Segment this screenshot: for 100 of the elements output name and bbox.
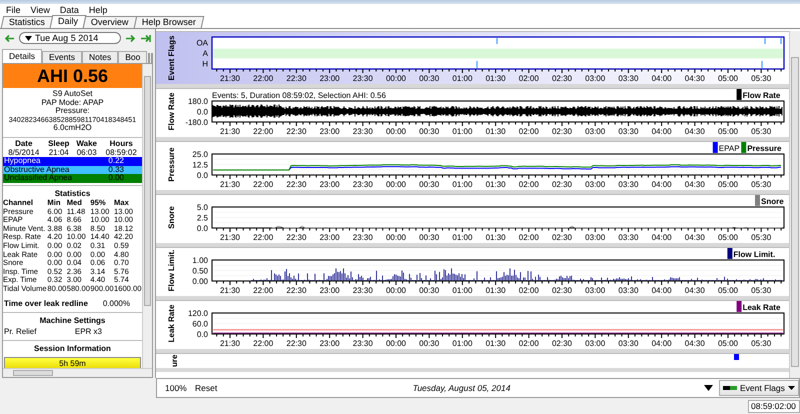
tab[interactable]: Details — [2, 49, 42, 63]
time-label: 04:00 — [652, 233, 672, 242]
time-label: 03:30 — [618, 339, 638, 348]
time-label: 04:00 — [652, 127, 672, 136]
time-label: 22:30 — [286, 286, 306, 295]
event-value: 0.00 — [108, 174, 124, 183]
date-dropdown[interactable]: Tue Aug 5 2014 — [19, 32, 121, 44]
time-label: 22:30 — [286, 180, 306, 189]
vertical-scrollbar[interactable] — [142, 64, 152, 368]
time-label: 23:00 — [320, 127, 340, 136]
time-label: 04:30 — [684, 233, 705, 242]
time-label: 23:00 — [320, 74, 340, 83]
time-label: 05:00 — [718, 339, 738, 348]
graph-title: Flow Limit. — [167, 250, 176, 292]
time-label: 04:30 — [684, 286, 705, 295]
scroll-left-icon[interactable] — [148, 53, 150, 63]
menu-item[interactable]: View — [30, 4, 50, 14]
axis-label: A — [202, 49, 208, 58]
axis-label: 25.0 — [192, 150, 208, 159]
vertical-scrollbar[interactable] — [789, 31, 800, 378]
time-label: 02:00 — [518, 339, 539, 348]
tab[interactable]: Overview — [82, 16, 137, 28]
time-label: 23:00 — [320, 180, 340, 189]
time-label: 23:00 — [320, 233, 340, 242]
table-cell-text: 21:04 — [48, 148, 70, 158]
time-label: 22:00 — [253, 286, 274, 295]
setting-value: EPR x3 — [74, 328, 102, 336]
axis-label: 1.00 — [192, 256, 208, 265]
section-title: Machine Settings — [38, 315, 106, 326]
time-label: 01:00 — [452, 180, 472, 189]
graph-title: Snore — [167, 206, 176, 229]
legend-item: Leak Rate — [736, 301, 780, 312]
tab[interactable]: Statistics — [0, 16, 54, 28]
tab[interactable]: Notes — [82, 51, 118, 63]
back-arrow-icon[interactable] — [4, 34, 15, 42]
scroll-right-icon[interactable] — [151, 53, 154, 63]
legend-item: Pressure — [741, 142, 782, 153]
reset-button[interactable]: Reset — [193, 383, 220, 393]
time-label: 03:00 — [585, 233, 606, 242]
leak-redline-value: 0.000% — [102, 300, 130, 308]
time-label: 03:30 — [618, 180, 638, 189]
dropdown-triangle-icon[interactable] — [704, 385, 713, 391]
time-label: 05:00 — [718, 74, 738, 83]
time-label: 00:30 — [419, 180, 440, 189]
tab[interactable]: Boo — [118, 51, 148, 63]
time-label: 21:30 — [220, 74, 240, 83]
horizontal-scrollbar[interactable] — [3, 368, 152, 377]
time-label: 01:00 — [452, 127, 472, 136]
time-label: 05:30 — [751, 286, 772, 295]
axis-label: OA — [196, 38, 208, 48]
forward-arrow-icon[interactable] — [125, 34, 136, 42]
graph-title: Flow Rate — [167, 92, 176, 130]
menu-item[interactable]: Data — [60, 4, 79, 14]
layout-dropdown[interactable]: Event Flags — [719, 380, 799, 396]
time-label: 23:30 — [352, 339, 373, 348]
time-label: 03:00 — [585, 286, 606, 295]
machine-info-text: PAP Mode: APAP — [41, 98, 104, 108]
section-title: Session Information — [33, 343, 112, 354]
time-label: 00:00 — [386, 74, 406, 83]
time-label: 21:30 — [220, 339, 240, 348]
time-label: 05:00 — [718, 233, 738, 242]
axis-label: 0.0 — [196, 330, 208, 339]
time-label: 01:30 — [486, 233, 506, 242]
time-label: 04:30 — [684, 127, 705, 136]
time-label: 23:30 — [352, 233, 373, 242]
time-label: 02:00 — [518, 286, 539, 295]
time-label: 05:30 — [751, 339, 772, 348]
time-label: 23:00 — [320, 339, 340, 348]
legend-item: Flow Limit. — [727, 248, 776, 259]
time-label: 22:00 — [253, 127, 274, 136]
legend-item: Snore — [755, 195, 784, 206]
menu-item[interactable]: File — [6, 4, 21, 14]
machine-info-text: 6.0cmH2O — [53, 124, 92, 133]
time-label: 05:30 — [751, 74, 772, 83]
tab[interactable]: Events — [42, 51, 82, 63]
last-day-arrow-icon[interactable] — [140, 34, 151, 42]
time-label: 03:30 — [618, 286, 638, 295]
machine-info-text: S9 AutoSet — [52, 90, 93, 99]
axis-label: 0.0 — [196, 171, 208, 180]
axis-label: 180.0 — [188, 97, 208, 106]
menu-item[interactable]: Help — [88, 4, 108, 14]
time-label: 01:30 — [486, 127, 506, 136]
time-label: 02:00 — [518, 127, 539, 136]
time-label: 00:00 — [386, 180, 406, 189]
time-label: 03:00 — [585, 74, 606, 83]
time-label: 01:30 — [486, 74, 506, 83]
time-label: 03:30 — [618, 233, 638, 242]
tab[interactable]: Daily — [50, 15, 86, 28]
date-label: Tuesday, August 05, 2014 — [412, 383, 512, 393]
session-bar[interactable]: 5h 59m — [4, 357, 141, 368]
axis-label: 0.0 — [196, 224, 208, 233]
time-label: 02:30 — [552, 127, 572, 136]
axis-label: -180.0 — [185, 118, 208, 127]
time-label: 00:00 — [386, 127, 406, 136]
time-label: 22:30 — [286, 127, 306, 136]
tab[interactable]: Help Browser — [133, 16, 204, 28]
machine-info-text: Pressure: — [55, 107, 90, 116]
time-label: 23:30 — [352, 127, 373, 136]
time-label: 00:30 — [419, 286, 440, 295]
time-label: 21:30 — [220, 180, 240, 189]
